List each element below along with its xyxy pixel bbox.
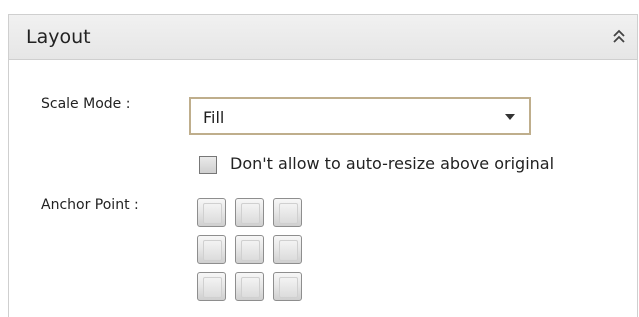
auto-resize-checkbox[interactable] bbox=[199, 156, 217, 174]
anchor-bottom-center-button[interactable] bbox=[235, 272, 264, 301]
anchor-bottom-left-button[interactable] bbox=[197, 272, 226, 301]
anchor-point-grid bbox=[197, 198, 305, 302]
anchor-bottom-right-button[interactable] bbox=[273, 272, 302, 301]
anchor-middle-center-button[interactable] bbox=[235, 235, 264, 264]
auto-resize-label[interactable]: Don't allow to auto-resize above origina… bbox=[230, 154, 554, 174]
panel-header: Layout bbox=[9, 15, 637, 60]
scale-mode-value: Fill bbox=[203, 108, 225, 127]
scale-mode-select[interactable]: Fill bbox=[189, 97, 531, 135]
anchor-middle-right-button[interactable] bbox=[273, 235, 302, 264]
scale-mode-label: Scale Mode : bbox=[41, 96, 131, 112]
anchor-top-center-button[interactable] bbox=[235, 198, 264, 227]
anchor-middle-left-button[interactable] bbox=[197, 235, 226, 264]
double-chevron-up-icon bbox=[613, 29, 625, 43]
anchor-top-left-button[interactable] bbox=[197, 198, 226, 227]
anchor-top-right-button[interactable] bbox=[273, 198, 302, 227]
collapse-button[interactable] bbox=[607, 25, 631, 49]
dropdown-arrow-icon bbox=[505, 114, 515, 120]
panel-title: Layout bbox=[26, 26, 91, 48]
layout-panel: Layout Scale Mode : Fill Don't allow to … bbox=[8, 14, 638, 317]
anchor-point-label: Anchor Point : bbox=[41, 197, 139, 213]
